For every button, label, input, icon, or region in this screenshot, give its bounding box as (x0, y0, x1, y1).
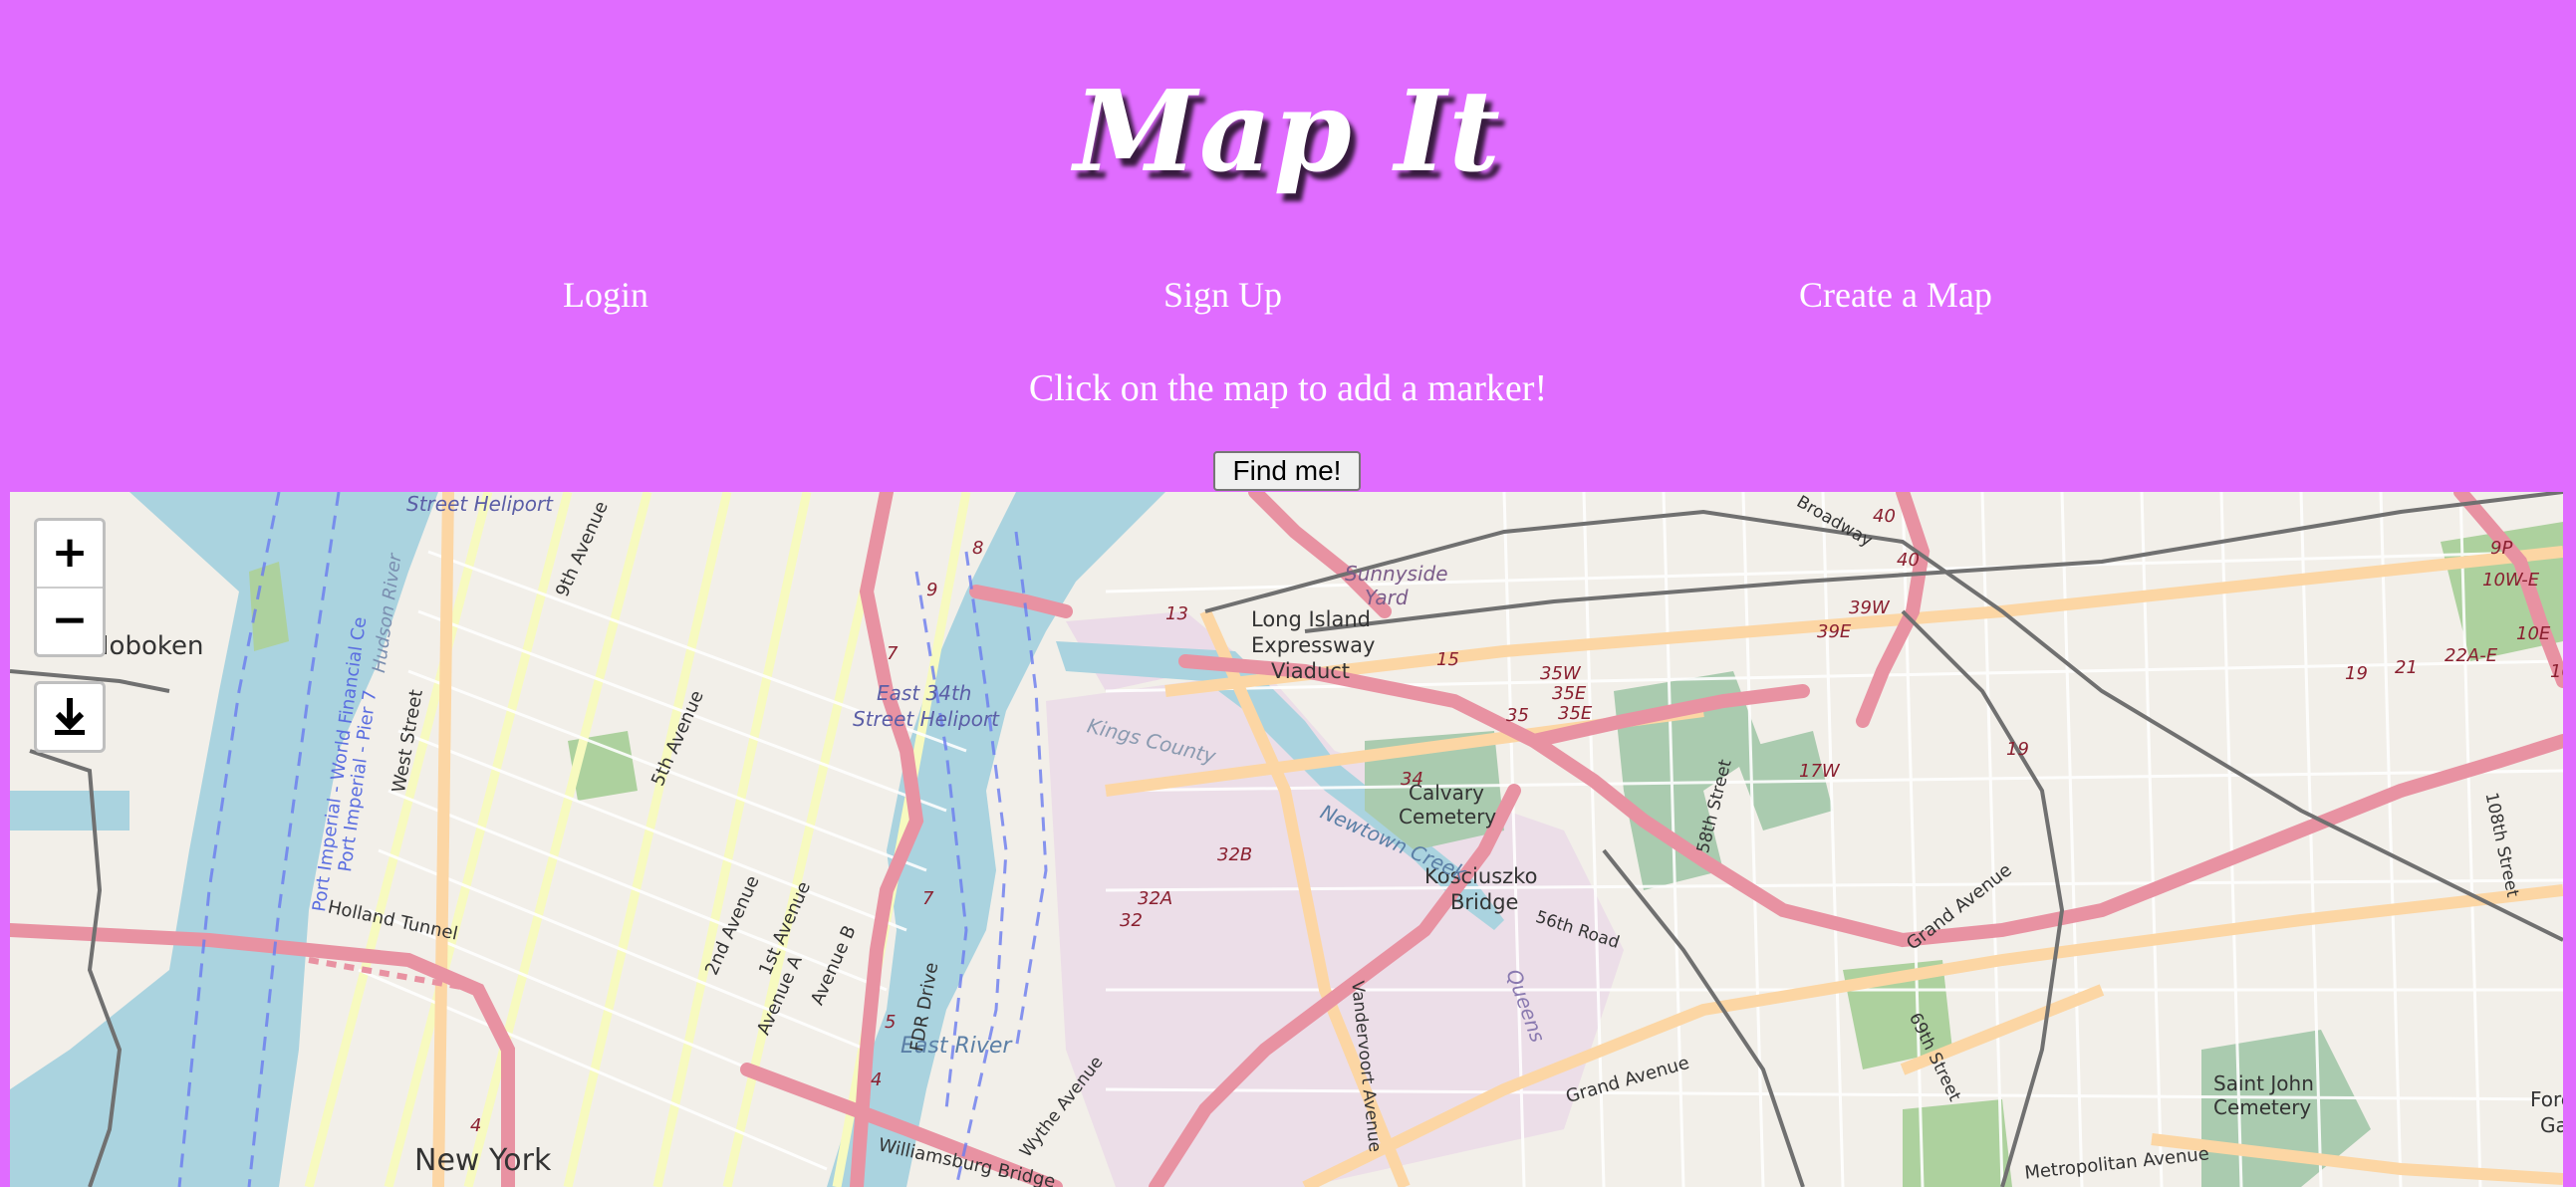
zoom-out-button[interactable]: − (37, 587, 103, 654)
map-label-street-heliport: Street Heliport (406, 492, 554, 516)
login-link[interactable]: Login (563, 271, 648, 319)
page-header: Map It Login Sign Up Create a Map Click … (0, 0, 2576, 492)
map-canvas[interactable]: Hoboken New York Street Heliport East 34… (10, 492, 2563, 1187)
highway-shield: 35E (1552, 683, 1587, 704)
highway-shield: 13 (1165, 603, 1188, 624)
map-label-fore-2: Ga (2540, 1113, 2563, 1137)
highway-shield: 19 (2006, 739, 2029, 760)
highway-shield: 9 (926, 580, 938, 600)
highway-shield: 35E (1558, 703, 1593, 724)
zoom-control: + − (34, 518, 106, 657)
highway-shield: 35W (1540, 663, 1581, 684)
map-label-east-34th-2: Street Heliport (853, 707, 1000, 731)
map-label-sunnyside-2: Yard (1365, 586, 1409, 609)
highway-shield: 39E (1817, 621, 1852, 642)
highway-shield: 4 (871, 1069, 883, 1090)
map-label-east-34th-1: East 34th (877, 681, 972, 705)
highway-shield: 9P (2490, 538, 2513, 559)
highway-shield: 22A-E (2445, 645, 2498, 666)
create-map-link[interactable]: Create a Map (1799, 271, 1992, 319)
map-label-long-island-3: Viaduct (1271, 659, 1351, 683)
highway-shield: 7 (922, 888, 934, 909)
map-label-sunnyside-1: Sunnyside (1345, 562, 1448, 586)
highway-shield: 32 (1120, 910, 1143, 931)
highway-shield: 35 (1506, 705, 1529, 726)
map-instruction: Click on the map to add a marker! (1028, 367, 1548, 409)
highway-shield: 5 (885, 1012, 897, 1033)
highway-shield: 10E (2516, 623, 2551, 644)
highway-shield: 40 (1873, 506, 1896, 527)
highway-shield: 17W (1799, 761, 1840, 782)
zoom-in-button[interactable]: + (37, 521, 103, 587)
map-label-calvary-2: Cemetery (1399, 805, 1497, 829)
map-label-hoboken: Hoboken (90, 631, 204, 661)
map-label-long-island-2: Expressway (1251, 633, 1376, 657)
highway-shield: 4 (470, 1115, 482, 1136)
app-title: Map It (1074, 67, 1502, 197)
map-label-fore-1: Fore (2530, 1087, 2563, 1111)
highway-shield: 7 (887, 643, 899, 664)
signup-link[interactable]: Sign Up (1163, 271, 1282, 319)
highway-shield: 21 (2395, 657, 2418, 678)
download-icon (55, 698, 85, 735)
map-label-long-island-1: Long Island (1251, 607, 1371, 631)
highway-shield: 39W (1849, 597, 1890, 618)
map-label-saint-john-1: Saint John (2213, 1071, 2314, 1095)
map-label-kosciuszko-2: Bridge (1450, 890, 1519, 914)
highway-shield: 19 (2345, 663, 2368, 684)
highway-shield: 32B (1217, 844, 1253, 865)
highway-shield: 10W-E (2482, 570, 2540, 591)
highway-shield: 10E-W (2550, 661, 2563, 682)
highway-shield: 15 (1436, 649, 1459, 670)
highway-shield: 40 (1897, 550, 1920, 571)
map-label-saint-john-2: Cemetery (2213, 1095, 2312, 1119)
map-label-new-york: New York (414, 1143, 552, 1178)
highway-shield: 32A (1138, 888, 1173, 909)
find-me-button[interactable]: Find me! (1213, 451, 1361, 491)
download-button[interactable] (34, 681, 106, 753)
highway-shield: 34 (1401, 769, 1423, 790)
highway-shield: 8 (972, 538, 984, 559)
